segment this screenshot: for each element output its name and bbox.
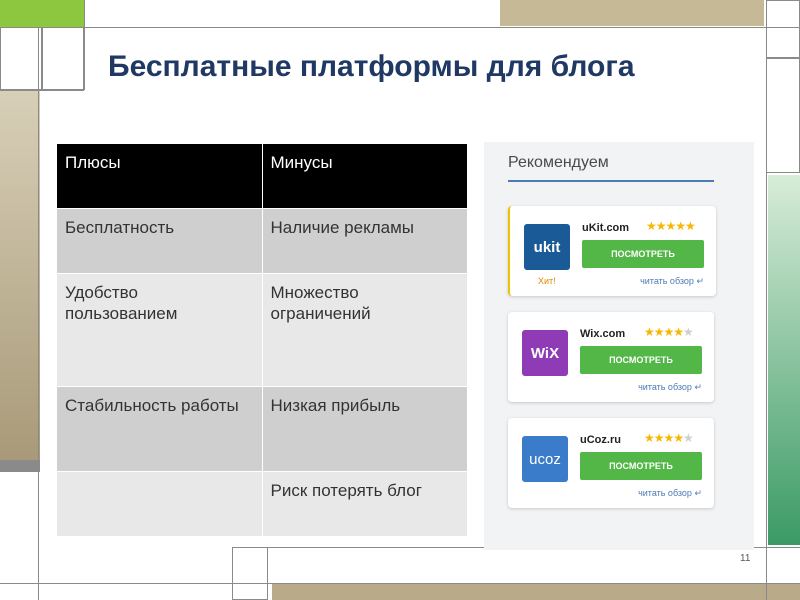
table-cell: Стабильность работы xyxy=(56,386,263,472)
table-row: Риск потерять блог xyxy=(56,471,468,537)
deco-green-block xyxy=(0,0,84,27)
return-arrow-icon: ↵ xyxy=(694,382,702,392)
read-review-label: читать обзор xyxy=(640,276,694,286)
rating-stars-icon: ★★★★★ xyxy=(644,431,694,445)
view-button[interactable]: ПОСМОТРЕТЬ xyxy=(580,452,702,480)
recommend-underline xyxy=(508,180,714,182)
recommend-panel: Рекомендуем ukit uKit.com ★★★★★ ПОСМОТРЕ… xyxy=(484,142,754,550)
deco-tan-bottom xyxy=(272,584,800,600)
table-cell: Бесплатность xyxy=(56,208,263,274)
page-title: Бесплатные платформы для блога xyxy=(108,50,635,83)
site-name: Wix.com xyxy=(580,328,626,340)
deco-white-box xyxy=(232,547,268,600)
deco-gray-strip xyxy=(0,460,40,472)
platform-card-wix: WiX Wix.com ★★★★★ ПОСМОТРЕТЬ читать обзо… xyxy=(508,312,714,402)
table-row: Стабильность работы Низкая прибыль xyxy=(56,386,468,472)
deco-white-box xyxy=(766,58,800,173)
deco-white-box xyxy=(42,27,84,90)
header-pros: Плюсы xyxy=(56,143,263,209)
table-row: Бесплатность Наличие рекламы xyxy=(56,208,468,274)
wix-logo: WiX xyxy=(522,330,568,376)
deco-white-box xyxy=(0,27,42,90)
table-header-row: Плюсы Минусы xyxy=(56,143,468,209)
table-cell: Удобство пользованием xyxy=(56,273,263,387)
recommend-title: Рекомендуем xyxy=(508,154,609,171)
table-cell: Наличие рекламы xyxy=(261,208,468,274)
return-arrow-icon: ↵ xyxy=(694,488,702,498)
ukit-logo: ukit xyxy=(524,224,570,270)
platform-card-ucoz: ucoz uCoz.ru ★★★★★ ПОСМОТРЕТЬ читать обз… xyxy=(508,418,714,508)
platform-card-ukit: ukit uKit.com ★★★★★ ПОСМОТРЕТЬ Хит! чита… xyxy=(508,206,716,296)
pros-cons-table: Плюсы Минусы Бесплатность Наличие реклам… xyxy=(56,143,468,537)
page-number: 11 xyxy=(740,553,751,564)
read-review-label: читать обзор xyxy=(638,488,692,498)
deco-line xyxy=(0,27,800,28)
ucoz-logo: ucoz xyxy=(522,436,568,482)
table-cell: Риск потерять блог xyxy=(261,471,468,537)
deco-line xyxy=(38,27,39,600)
read-review-link[interactable]: читать обзор ↵ xyxy=(640,276,704,287)
return-arrow-icon: ↵ xyxy=(696,276,704,286)
table-cell: Низкая прибыль xyxy=(261,386,468,472)
deco-green-bar xyxy=(768,175,800,545)
hit-badge: Хит! xyxy=(538,276,556,286)
deco-line xyxy=(766,0,767,600)
deco-line xyxy=(84,0,85,90)
deco-white-box xyxy=(766,0,800,58)
deco-line xyxy=(0,90,84,91)
table-cell xyxy=(56,471,263,537)
site-name: uKit.com xyxy=(582,222,630,234)
table-cell: Множество ограничений xyxy=(261,273,468,387)
site-name: uCoz.ru xyxy=(580,434,621,446)
view-button[interactable]: ПОСМОТРЕТЬ xyxy=(582,240,704,268)
deco-tan-top xyxy=(500,0,764,26)
rating-stars-icon: ★★★★★ xyxy=(644,325,694,339)
table-row: Удобство пользованием Множество ограниче… xyxy=(56,273,468,387)
read-review-link[interactable]: читать обзор ↵ xyxy=(638,488,702,499)
deco-line xyxy=(0,583,800,584)
read-review-link[interactable]: читать обзор ↵ xyxy=(638,382,702,393)
rating-stars-icon: ★★★★★ xyxy=(646,219,696,233)
header-cons: Минусы xyxy=(261,143,468,209)
deco-tan-bar xyxy=(0,90,40,462)
read-review-label: читать обзор xyxy=(638,382,692,392)
view-button[interactable]: ПОСМОТРЕТЬ xyxy=(580,346,702,374)
